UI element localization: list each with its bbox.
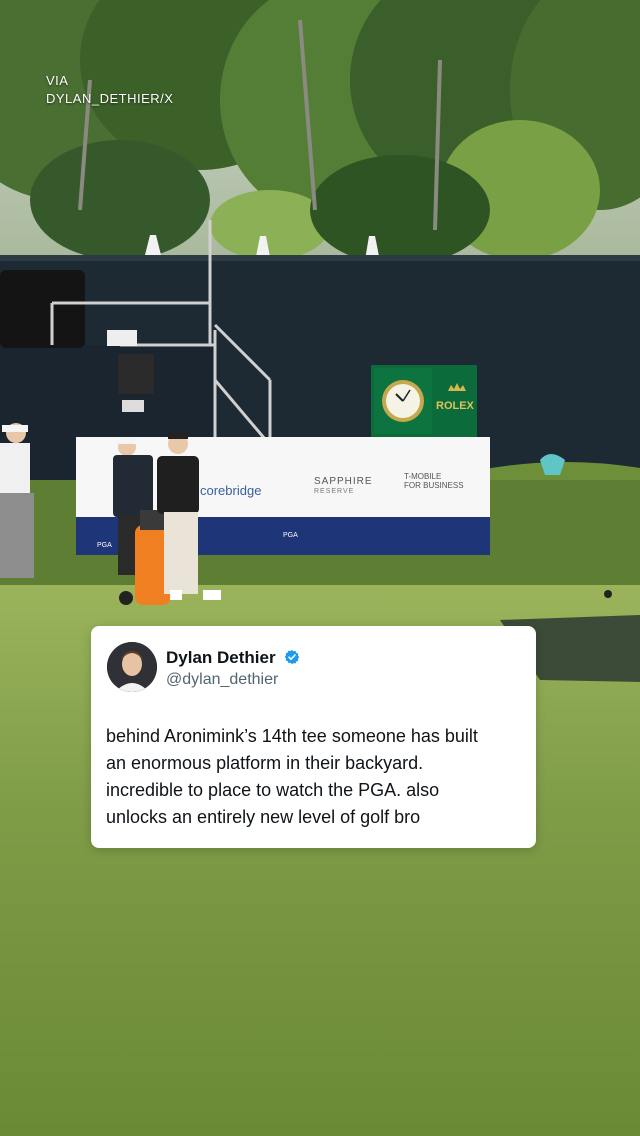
pga-logo-2: PGA bbox=[283, 532, 298, 539]
spectator-left bbox=[0, 423, 34, 578]
tweet-line: unlocks an entirely new level of golf br… bbox=[106, 807, 421, 827]
sponsor-sapphire: SAPPHIRE bbox=[314, 476, 373, 487]
verified-badge-icon bbox=[284, 650, 300, 664]
author-name[interactable]: Dylan Dethier bbox=[166, 648, 276, 668]
rolex-logo: ROLEX bbox=[436, 400, 474, 412]
tweet-line: an enormous platform in their backyard. bbox=[106, 753, 424, 773]
background-photo bbox=[0, 0, 640, 1136]
sponsor-tmobile-2: FOR BUSINESS bbox=[404, 481, 464, 490]
tweet-line: behind Aronimink’s 14th tee someone has … bbox=[106, 726, 478, 746]
tweet-card[interactable]: Dylan Dethier @dylan_dethier behind Aron… bbox=[91, 626, 536, 848]
photo-credit: VIA DYLAN_DETHIER/X bbox=[46, 72, 173, 108]
avatar-image bbox=[107, 642, 157, 692]
tweet-line: incredible to place to watch the PGA. al… bbox=[106, 780, 440, 800]
author-handle[interactable]: @dylan_dethier bbox=[166, 671, 278, 689]
pga-logo-1: PGA bbox=[97, 542, 112, 549]
trees bbox=[0, 0, 640, 265]
sponsor-sapphire-sub: RESERVE bbox=[314, 488, 355, 495]
credit-handle: DYLAN_DETHIER/X bbox=[46, 91, 174, 106]
sponsor-corebridge: corebridge bbox=[200, 483, 262, 498]
sponsor-tmobile-1: T-MOBILE bbox=[404, 472, 442, 481]
avatar[interactable] bbox=[107, 642, 157, 692]
tweet-text: behind Aronimink’s 14th tee someone has … bbox=[106, 723, 526, 831]
credit-via: VIA bbox=[46, 73, 69, 88]
